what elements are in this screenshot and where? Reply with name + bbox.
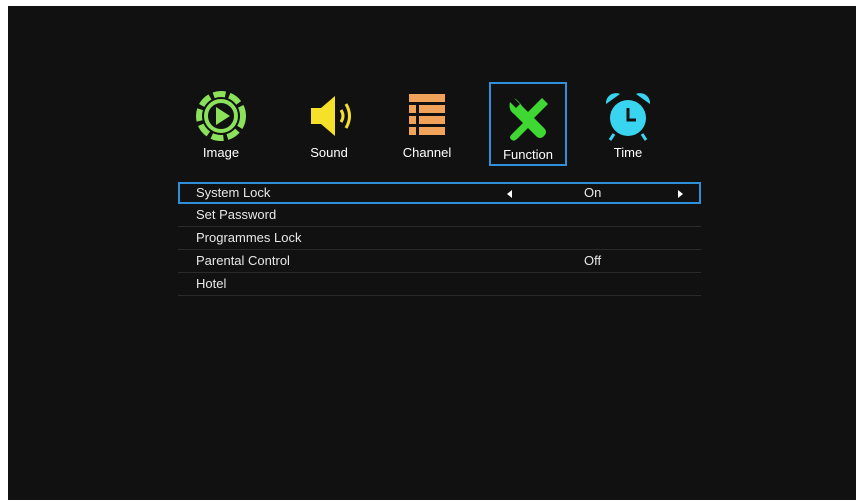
tab-label-function: Function [503, 147, 553, 162]
function-menu-list: System Lock On Set Password Programmes L… [178, 182, 701, 296]
menu-item-programmes-lock[interactable]: Programmes Lock [178, 227, 701, 250]
tab-label-channel: Channel [402, 145, 452, 160]
arrow-right-icon[interactable] [678, 190, 683, 198]
tab-sound[interactable]: Sound [290, 82, 368, 166]
menu-item-label: Programmes Lock [196, 230, 302, 245]
list-icon [409, 94, 445, 135]
menu-item-label: Hotel [196, 276, 227, 291]
menu-item-set-password[interactable]: Set Password [178, 204, 701, 227]
tv-menu-screen: Image Sound Channel Function Time System… [8, 6, 856, 500]
tab-image[interactable]: Image [182, 82, 260, 166]
speaker-icon [311, 96, 351, 136]
tab-label-time: Time [613, 145, 643, 160]
arrow-left-icon[interactable] [507, 190, 512, 198]
menu-item-parental-control[interactable]: Parental Control Off [178, 250, 701, 273]
menu-item-label: System Lock [196, 185, 271, 200]
alarm-clock-icon [605, 93, 651, 141]
tools-icon [509, 98, 548, 141]
tab-function[interactable]: Function [489, 82, 567, 166]
menu-item-value: On [584, 185, 602, 200]
tab-channel[interactable]: Channel [388, 82, 466, 166]
tab-label-image: Image [202, 145, 240, 160]
play-icon [196, 91, 246, 141]
menu-item-label: Set Password [196, 207, 277, 222]
menu-item-value: Off [584, 253, 602, 268]
tab-time[interactable]: Time [589, 82, 667, 166]
menu-item-label: Parental Control [196, 253, 290, 268]
tab-label-sound: Sound [310, 145, 348, 160]
menu-item-hotel[interactable]: Hotel [178, 273, 701, 296]
menu-item-system-lock[interactable]: System Lock On [178, 182, 701, 204]
